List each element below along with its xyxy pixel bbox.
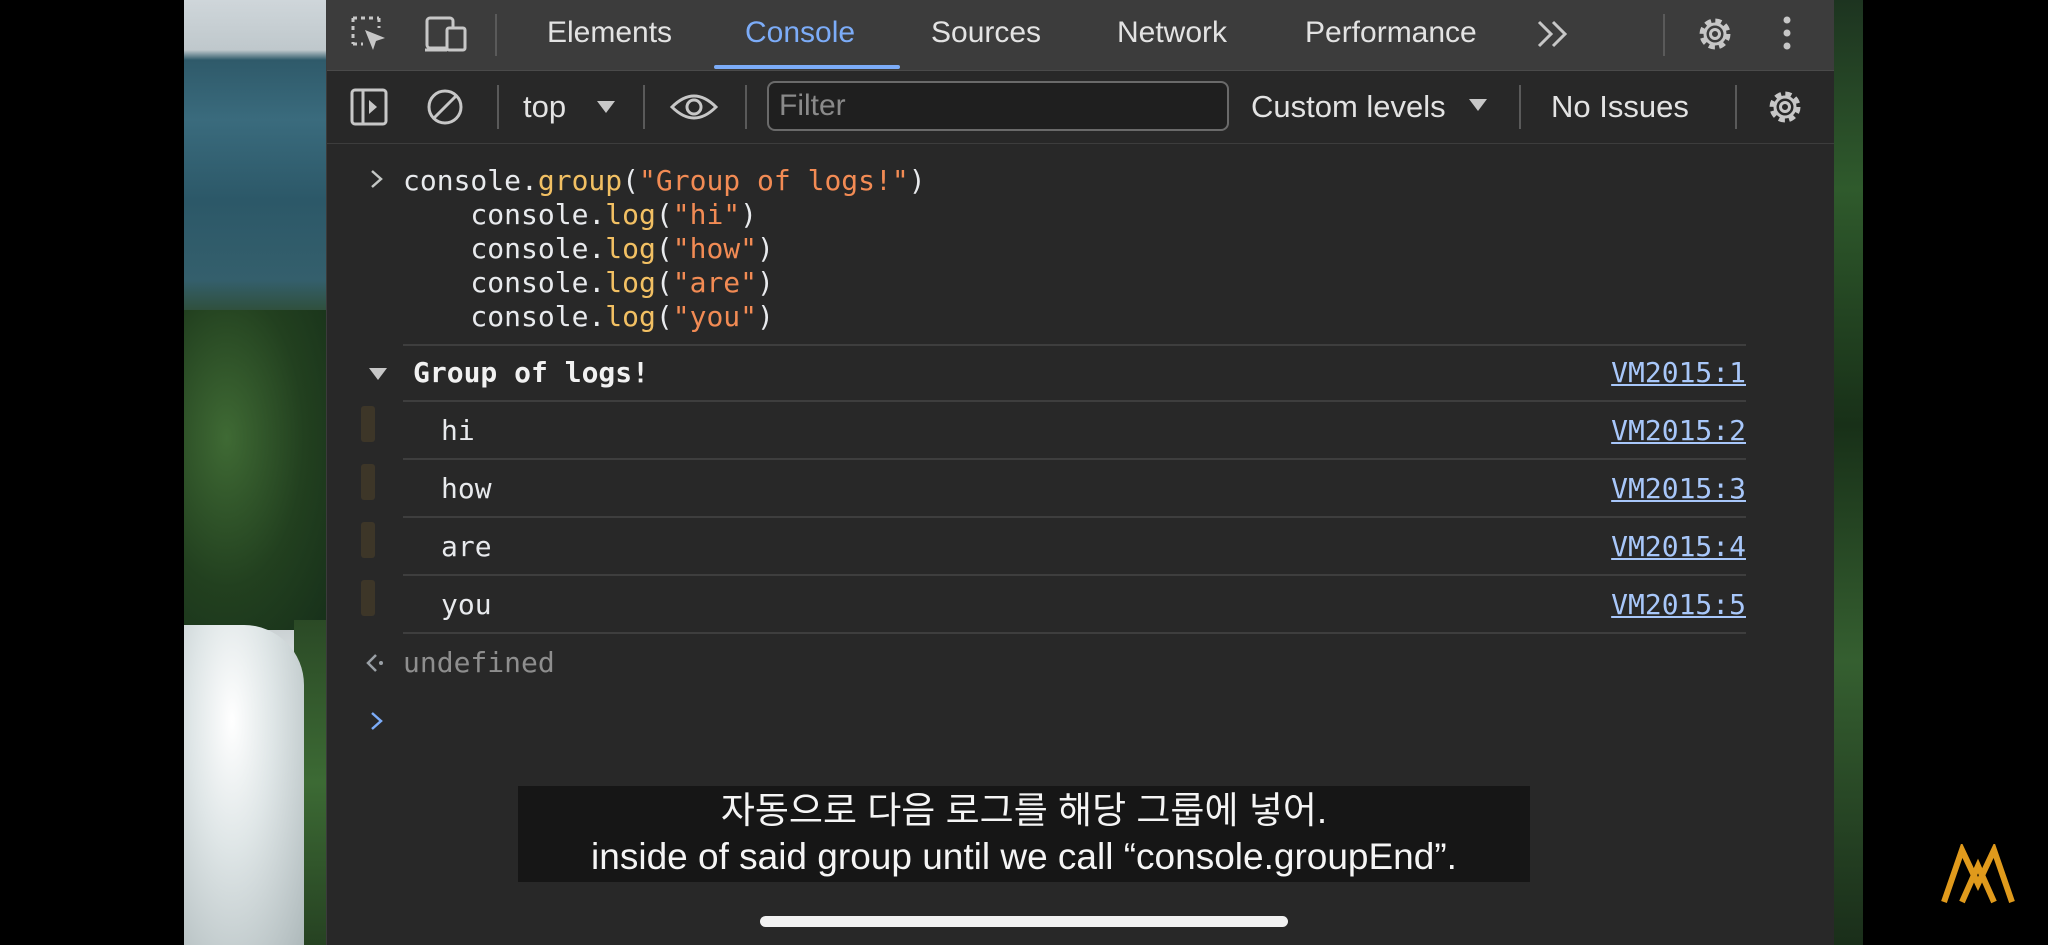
- toolbar-separator: [643, 85, 645, 129]
- command-line: console.group("Group of logs!"): [403, 164, 926, 197]
- screen: Elements Console Sources Network Perform…: [0, 0, 2048, 945]
- toolbar-separator: [745, 85, 747, 129]
- tabbar-separator: [495, 14, 497, 56]
- subtitle-english: inside of said group until we call “cons…: [591, 836, 1457, 877]
- inspect-element-icon[interactable]: [349, 14, 389, 59]
- console-settings-gear-icon[interactable]: [1763, 85, 1807, 134]
- group-indent-bar: [361, 580, 375, 616]
- device-toolbar-icon[interactable]: [423, 14, 469, 59]
- source-link[interactable]: VM2015:1: [1611, 356, 1746, 389]
- clear-console-icon[interactable]: [425, 87, 465, 132]
- tabbar-separator-right: [1663, 14, 1665, 56]
- tab-network[interactable]: Network: [1117, 0, 1227, 70]
- console-toolbar: top Custom levels No Issues: [327, 71, 1834, 144]
- return-value: undefined: [403, 646, 555, 679]
- command-line: console.log("you"): [403, 300, 774, 333]
- live-expression-eye-icon[interactable]: [669, 89, 719, 130]
- chevron-down-icon[interactable]: [595, 99, 617, 120]
- source-link[interactable]: VM2015:5: [1611, 588, 1746, 621]
- context-selector[interactable]: top: [523, 71, 566, 143]
- toolbar-separator: [1519, 85, 1521, 129]
- log-levels-dropdown[interactable]: Custom levels: [1251, 71, 1446, 143]
- row-separator: [403, 344, 1746, 346]
- result-arrow-icon: [365, 652, 391, 678]
- toolbar-separator: [1735, 85, 1737, 129]
- sidebar-toggle-icon[interactable]: [349, 87, 389, 132]
- group-expand-triangle-icon[interactable]: [367, 366, 389, 386]
- devtools-tabbar: Elements Console Sources Network Perform…: [327, 0, 1834, 71]
- filter-input[interactable]: [767, 81, 1229, 131]
- row-separator: [403, 458, 1746, 460]
- source-link[interactable]: VM2015:3: [1611, 472, 1746, 505]
- tab-elements[interactable]: Elements: [547, 0, 672, 70]
- background-land: [184, 310, 326, 630]
- command-line: console.log("are"): [403, 266, 774, 299]
- background-photo-left: [184, 0, 326, 945]
- log-message: how: [441, 472, 492, 505]
- row-separator: [403, 632, 1746, 634]
- active-tab-indicator: [714, 65, 900, 69]
- console-prompt-icon[interactable]: [369, 710, 385, 736]
- chevron-down-icon[interactable]: [1467, 97, 1489, 118]
- channel-logo-icon: [1940, 842, 2016, 911]
- tab-console[interactable]: Console: [745, 0, 855, 70]
- console-group-title[interactable]: Group of logs!: [413, 356, 649, 389]
- subtitle-korean: 자동으로 다음 로그를 해당 그룹에 넣어.: [720, 790, 1328, 831]
- source-link[interactable]: VM2015:4: [1611, 530, 1746, 563]
- command-line: console.log("how"): [403, 232, 774, 265]
- row-separator: [403, 516, 1746, 518]
- log-message: you: [441, 588, 492, 621]
- more-options-icon[interactable]: [1781, 14, 1793, 59]
- issues-counter[interactable]: No Issues: [1551, 71, 1689, 143]
- settings-gear-icon[interactable]: [1693, 12, 1737, 61]
- row-separator: [403, 400, 1746, 402]
- background-surf: [184, 625, 304, 945]
- row-separator: [403, 574, 1746, 576]
- tab-performance[interactable]: Performance: [1305, 0, 1477, 70]
- group-indent-bar: [361, 522, 375, 558]
- group-indent-bar: [361, 406, 375, 442]
- video-subtitle: 자동으로 다음 로그를 해당 그룹에 넣어. inside of said gr…: [518, 786, 1530, 882]
- home-indicator[interactable]: [760, 916, 1288, 927]
- background-photo-right: [1833, 0, 1863, 945]
- log-message: are: [441, 530, 492, 563]
- more-tabs-icon[interactable]: [1535, 18, 1575, 55]
- toolbar-separator: [497, 85, 499, 129]
- group-indent-bar: [361, 464, 375, 500]
- tab-sources[interactable]: Sources: [931, 0, 1041, 70]
- input-prompt-chevron-icon: [369, 168, 385, 194]
- log-message: hi: [441, 414, 475, 447]
- command-line: console.log("hi"): [403, 198, 758, 231]
- source-link[interactable]: VM2015:2: [1611, 414, 1746, 447]
